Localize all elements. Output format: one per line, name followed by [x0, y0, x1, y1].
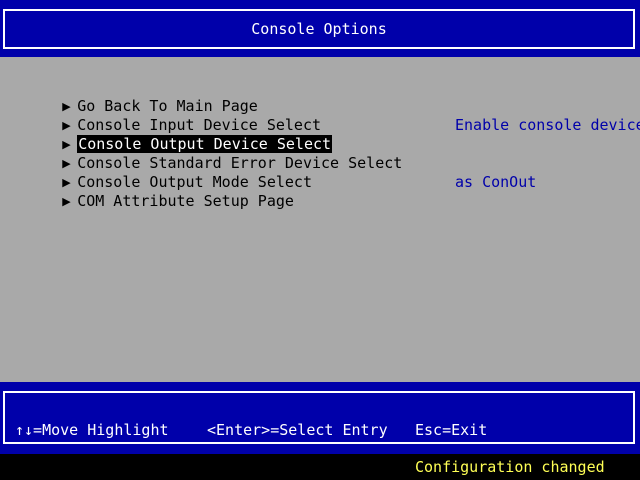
help-line: as ConOut [455, 173, 537, 191]
help-text: Enable console device as ConOut [455, 78, 640, 230]
right-triangle-icon: ▶ [62, 138, 71, 151]
right-triangle-icon: ▶ [62, 195, 71, 208]
help-line: Enable console device [455, 116, 640, 134]
status-message: Configuration changed [415, 458, 605, 476]
select-entry-hint: <Enter>=Select Entry [207, 421, 388, 439]
move-highlight-hint: ↑↓=Move Highlight [15, 421, 169, 439]
page-title: Console Options [251, 19, 387, 38]
right-triangle-icon: ▶ [62, 119, 71, 132]
right-triangle-icon: ▶ [62, 100, 71, 113]
status-bar: Configuration changed [0, 454, 640, 480]
menu-item-label: Console Output Mode Select [77, 173, 312, 191]
menu-item-label: Console Input Device Select [77, 116, 322, 134]
main-panel: ▶ Go Back To Main Page ▶ Console Input Dev… [0, 57, 640, 382]
menu-item-label: Console Output Device Select [77, 135, 333, 153]
menu-item-go-back[interactable]: ▶ Go Back To Main Page [8, 78, 402, 115]
right-triangle-icon: ▶ [62, 176, 71, 189]
menu-item-label: COM Attribute Setup Page [77, 192, 294, 210]
footer-frame: ↑↓=Move Highlight <Enter>=Select Entry E… [3, 391, 635, 444]
exit-hint: Esc=Exit [415, 421, 488, 439]
header-band: Console Options [0, 0, 640, 57]
menu-item-label: Go Back To Main Page [77, 97, 258, 115]
title-frame: Console Options [3, 9, 635, 49]
right-triangle-icon: ▶ [62, 157, 71, 170]
footer-band: ↑↓=Move Highlight <Enter>=Select Entry E… [0, 382, 640, 454]
menu-item-label: Console Standard Error Device Select [77, 154, 403, 172]
menu-list: ▶ Go Back To Main Page ▶ Console Input Dev… [8, 78, 403, 210]
